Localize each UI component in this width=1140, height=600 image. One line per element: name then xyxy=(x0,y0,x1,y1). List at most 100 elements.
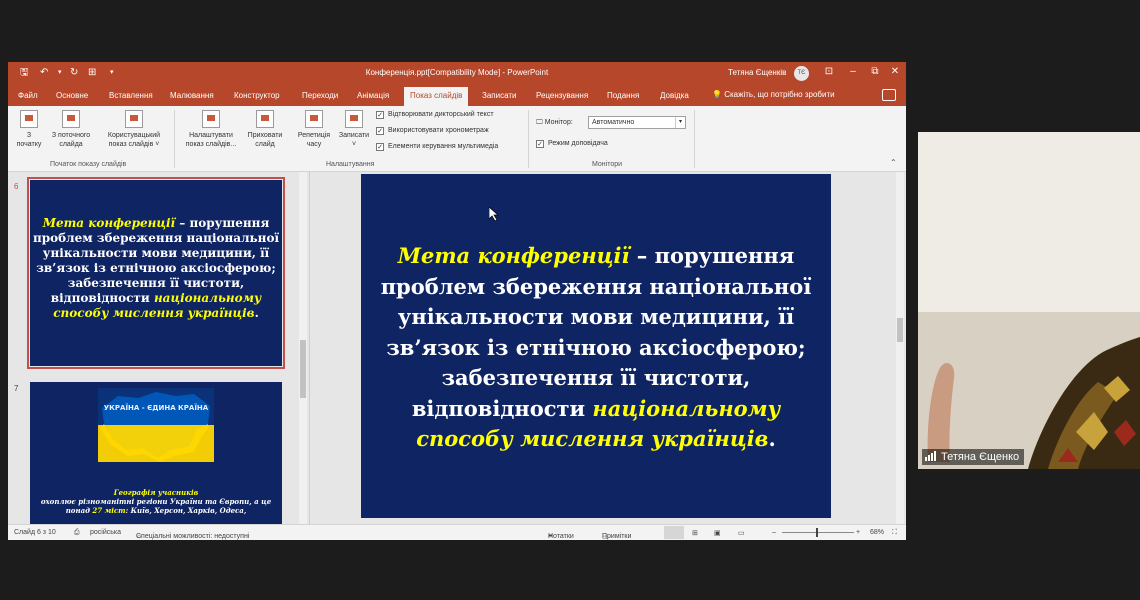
from-beginning-button[interactable]: З початку xyxy=(14,110,44,149)
ukraine-map-image: УКРАЇНА - ЄДИНА КРАЇНА xyxy=(98,388,214,462)
custom-slide-show-button[interactable]: Користувацький показ слайдів ˅ xyxy=(100,110,168,149)
divider xyxy=(174,110,175,168)
close-icon[interactable]: ✕ xyxy=(888,65,902,79)
slide-thumbnail-7[interactable]: УКРАЇНА - ЄДИНА КРАЇНА Географія учасник… xyxy=(30,382,282,524)
collapse-ribbon-icon[interactable]: ⌃ xyxy=(890,158,897,167)
zoom-level[interactable]: 68% xyxy=(870,529,884,536)
slideshow-current-icon xyxy=(62,110,80,128)
participant-video-tile: Тетяна Єщенко xyxy=(918,132,1140,469)
presenter-view-checkbox[interactable]: ✓ Режим доповідача xyxy=(536,140,608,148)
slide-thumbnail-6[interactable]: Мета конференції – порушення проблем збе… xyxy=(27,177,285,369)
use-timings-checkbox[interactable]: ✓ Використовувати хронометраж xyxy=(376,127,489,135)
language-indicator[interactable]: російська xyxy=(90,529,121,536)
minimize-icon[interactable]: – xyxy=(846,65,860,79)
monitor-label: 🖵 Монітор: xyxy=(536,119,573,127)
tab-slide-show[interactable]: Показ слайдів xyxy=(404,87,469,106)
restore-icon[interactable]: ⧉ xyxy=(868,65,882,79)
from-current-slide-button[interactable]: З поточного слайда xyxy=(46,110,96,149)
participant-video-image xyxy=(918,132,1140,469)
from-current-label-1: З поточного xyxy=(51,132,91,139)
slide-sorter-icon[interactable]: ⊞ xyxy=(692,529,698,537)
tell-me-label: Скажіть, що потрібно зробити xyxy=(724,90,835,99)
setup-show-label-1: Налаштувати xyxy=(189,132,233,139)
set-up-slide-show-button[interactable]: Налаштувати показ слайдів... xyxy=(180,110,242,149)
slideshow-view-icon[interactable]: ▭ xyxy=(738,529,745,537)
slide-highlight-1: Мета конференції xyxy=(397,243,630,268)
rehearse-label-2: часу xyxy=(306,141,322,148)
tab-insert[interactable]: Вставлення xyxy=(109,91,153,100)
comments-icon[interactable] xyxy=(882,89,896,101)
screen-share-stage: 🖫 ↶ ▾ ↻ ⊞ ▾ Конференція.ppt[Compatibilit… xyxy=(0,0,1140,600)
tab-animations[interactable]: Анімація xyxy=(357,91,389,100)
rehearse-timings-button[interactable]: Репетиція часу xyxy=(292,110,336,149)
normal-view-icon[interactable] xyxy=(664,526,684,539)
lightbulb-icon: 💡 xyxy=(712,90,722,99)
tab-help[interactable]: Довідка xyxy=(660,91,689,100)
tab-file[interactable]: Файл xyxy=(18,91,38,100)
slide-thumbnails-pane: 6 Мета конференції – порушення проблем з… xyxy=(8,172,310,524)
monitor-select[interactable]: Автоматично ▾ xyxy=(588,116,686,129)
scrollbar-thumb[interactable] xyxy=(897,318,903,342)
zoom-slider[interactable] xyxy=(782,532,854,533)
rehearse-label-1: Репетиція xyxy=(297,132,331,139)
media-controls-checkbox[interactable]: ✓ Елементи керування мультимедіа xyxy=(376,143,498,151)
thumbnails-scrollbar[interactable] xyxy=(299,172,307,524)
ribbon-display-options-icon[interactable]: ⊡ xyxy=(822,65,836,79)
notes-label: Нотатки xyxy=(548,533,574,540)
tab-record[interactable]: Записати xyxy=(482,91,517,100)
zoom-out-icon[interactable]: – xyxy=(772,529,776,536)
play-narrations-label: Відтворювати дикторський текст xyxy=(388,111,494,118)
monitor-icon: 🖵 xyxy=(536,119,543,126)
hide-slide-label-2: слайд xyxy=(255,141,275,148)
status-bar: Слайд 6 з 10 ⎙ російська ☼ Спеціальні мо… xyxy=(8,524,906,540)
slide-number-6: 6 xyxy=(14,182,19,191)
checkbox-checked-icon: ✓ xyxy=(376,127,384,135)
tab-review[interactable]: Рецензування xyxy=(536,91,588,100)
slideshow-start-icon xyxy=(20,110,38,128)
current-slide[interactable]: Мета конференції – порушення проблем збе… xyxy=(361,174,831,518)
group-start-label: Початок показу слайдів xyxy=(50,161,127,168)
monitor-select-value: Автоматично xyxy=(592,119,635,126)
from-beginning-label-2: початку xyxy=(16,141,42,148)
hide-slide-button[interactable]: Приховати слайд xyxy=(242,110,288,149)
zoom-slider-handle[interactable] xyxy=(816,528,818,537)
tab-draw[interactable]: Малювання xyxy=(170,91,214,100)
tab-transitions[interactable]: Переходи xyxy=(302,91,338,100)
setup-show-icon xyxy=(202,110,220,128)
tab-home[interactable]: Основне xyxy=(56,91,88,100)
checkbox-checked-icon: ✓ xyxy=(376,143,384,151)
zoom-in-icon[interactable]: + xyxy=(856,529,860,536)
record-button[interactable]: Записати ˅ xyxy=(336,110,372,149)
tab-design[interactable]: Конструктор xyxy=(234,91,280,100)
map-caption: УКРАЇНА - ЄДИНА КРАЇНА xyxy=(104,403,209,412)
custom-show-label-2: показ слайдів ˅ xyxy=(108,141,160,148)
use-timings-label: Використовувати хронометраж xyxy=(388,127,489,134)
scrollbar-thumb[interactable] xyxy=(300,340,306,398)
record-label-2: ˅ xyxy=(351,141,357,148)
fit-to-window-icon[interactable]: ⛶ xyxy=(892,529,897,537)
reading-view-icon[interactable]: ▣ xyxy=(714,529,721,537)
tell-me-search[interactable]: 💡 Скажіть, що потрібно зробити xyxy=(712,90,835,99)
mouse-pointer-icon xyxy=(489,207,499,221)
ribbon-tabs: Файл Основне Вставлення Малювання Констр… xyxy=(8,85,906,106)
group-monitors-label: Монітори xyxy=(592,161,623,168)
signal-strength-icon xyxy=(925,451,936,461)
from-current-label-2: слайда xyxy=(59,141,83,148)
from-beginning-label-1: З xyxy=(26,132,32,139)
user-name[interactable]: Тетяна Єщенків xyxy=(728,68,786,77)
play-narrations-checkbox[interactable]: ✓ Відтворювати дикторський текст xyxy=(376,111,494,119)
ribbon: З початку З поточного слайда Користуваць… xyxy=(8,106,906,172)
slide-counter: Слайд 6 з 10 xyxy=(14,529,56,536)
custom-show-label-1: Користувацький xyxy=(107,132,161,139)
avatar[interactable]: ТЄ xyxy=(794,66,809,81)
editor-scrollbar[interactable] xyxy=(896,172,904,524)
presenter-view-label: Режим доповідача xyxy=(548,140,608,147)
tab-view[interactable]: Подання xyxy=(607,91,639,100)
spelling-icon[interactable]: ⎙ xyxy=(74,529,80,537)
slide-end-punctuation: . xyxy=(768,426,776,451)
participant-name: Тетяна Єщенко xyxy=(941,451,1020,463)
thumb7-text-block: Географія учасників охоплює різноманітні… xyxy=(30,488,282,515)
chevron-down-icon: ▾ xyxy=(675,117,685,128)
slide-editor: Мета конференції – порушення проблем збе… xyxy=(311,172,906,524)
group-setup-label: Налаштування xyxy=(326,161,375,168)
